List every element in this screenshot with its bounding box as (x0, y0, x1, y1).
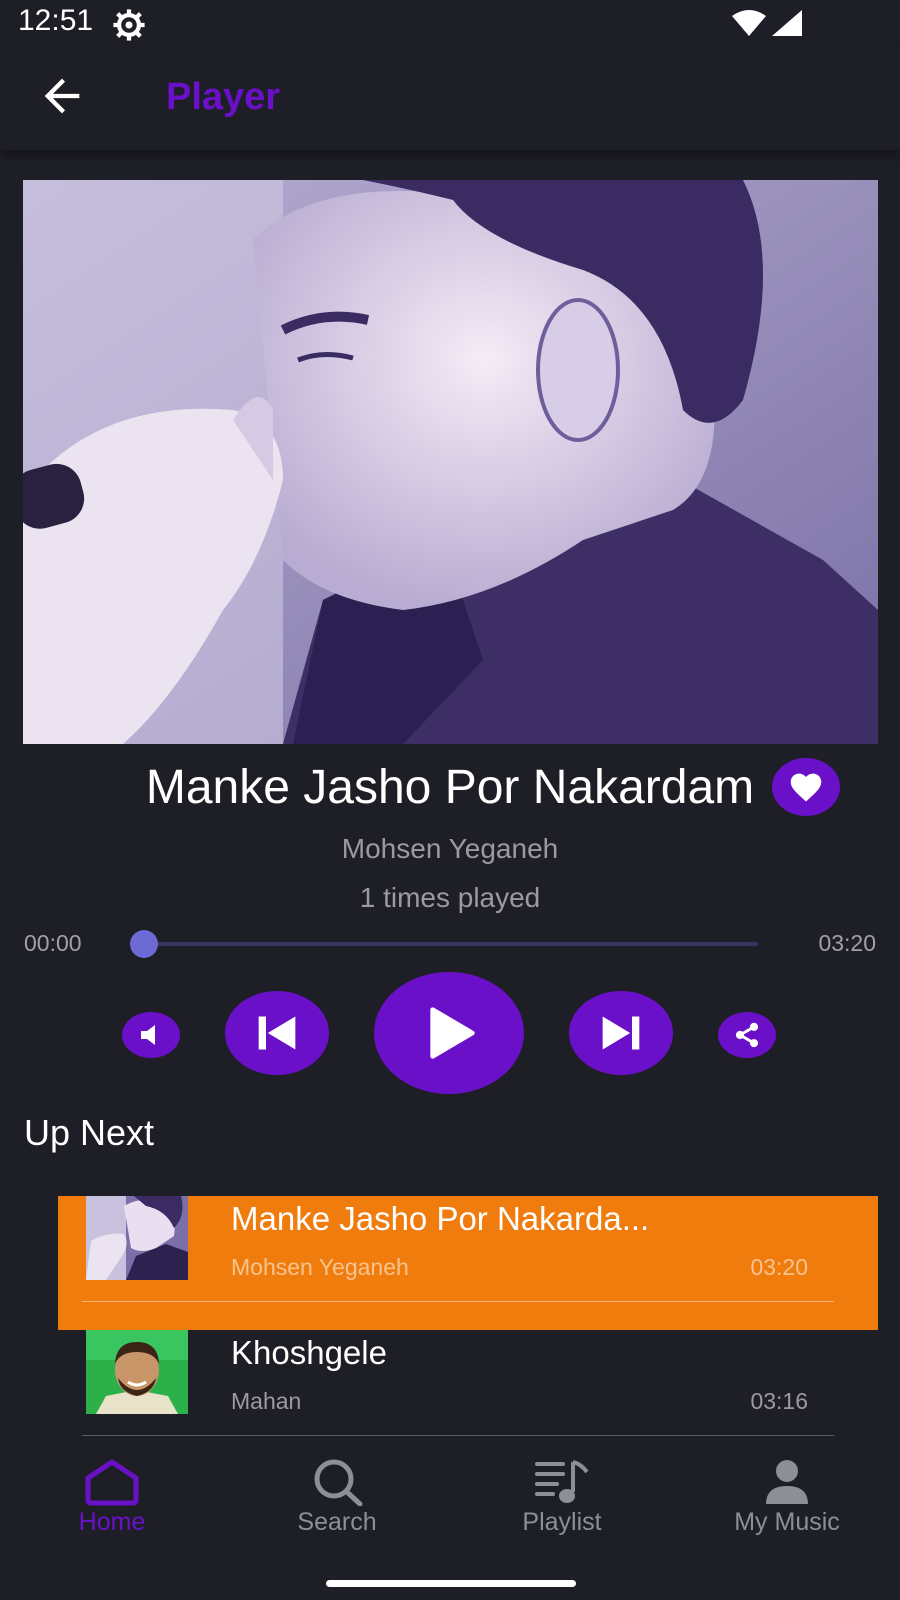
home-icon (85, 1459, 139, 1506)
arrow-back-icon (44, 78, 80, 114)
back-button[interactable] (36, 70, 88, 122)
nav-search-label: Search (297, 1508, 377, 1536)
status-bar: 12:51 (0, 0, 900, 46)
up-next-heading: Up Next (24, 1112, 155, 1153)
divider (82, 1301, 834, 1302)
next-icon (602, 1016, 640, 1050)
queue-item-title: Khoshgele (231, 1334, 387, 1371)
volume-button[interactable] (122, 1012, 180, 1058)
share-button[interactable] (718, 1012, 776, 1058)
next-button[interactable] (569, 991, 673, 1075)
signal-icon (772, 10, 802, 36)
seek-bar[interactable] (144, 942, 758, 946)
seek-thumb[interactable] (130, 930, 158, 958)
bottom-navigation: Home Search Playlist My Music (0, 1440, 900, 1600)
song-title: Manke Jasho Por Nakardam (145, 761, 755, 814)
nav-playlist-label: Playlist (522, 1508, 602, 1536)
queue-item-duration: 03:20 (750, 1254, 808, 1280)
status-time: 12:51 (18, 4, 94, 37)
app-bar: Player (0, 46, 900, 150)
settings-gear-icon (113, 9, 145, 41)
nav-home-label: Home (78, 1508, 146, 1536)
wifi-icon (732, 10, 766, 36)
nav-search[interactable]: Search (247, 1458, 427, 1568)
queue-item-duration: 03:16 (750, 1388, 808, 1414)
nav-my-music-label: My Music (734, 1508, 840, 1536)
search-icon (314, 1459, 363, 1506)
playlist-icon (535, 1460, 589, 1503)
album-cover-image (23, 180, 878, 744)
favorite-button[interactable] (772, 758, 840, 816)
person-icon (766, 1460, 808, 1504)
song-artist: Mohsen Yeganeh (341, 833, 559, 864)
queue-item-title: Manke Jasho Por Nakarda... (231, 1200, 650, 1237)
track-thumbnail (86, 1330, 188, 1414)
page-title: Player (166, 76, 281, 118)
play-count: 1 times played (359, 882, 541, 913)
queue-item[interactable]: Manke Jasho Por Nakarda... Mohsen Yegane… (58, 1196, 878, 1330)
play-icon (430, 1007, 475, 1059)
total-time: 03:20 (818, 930, 876, 956)
queue-item-artist: Mohsen Yeganeh (231, 1254, 409, 1280)
nav-my-music[interactable]: My Music (697, 1458, 877, 1568)
home-indicator (326, 1580, 576, 1587)
play-button[interactable] (374, 972, 524, 1094)
previous-button[interactable] (225, 991, 329, 1075)
previous-icon (258, 1016, 296, 1050)
share-icon (735, 1022, 759, 1048)
nav-playlist[interactable]: Playlist (472, 1458, 652, 1568)
current-time: 00:00 (24, 930, 82, 956)
divider (82, 1435, 834, 1436)
heart-icon (790, 773, 822, 802)
track-thumbnail (86, 1196, 188, 1280)
nav-home[interactable]: Home (22, 1458, 202, 1568)
volume-icon (141, 1025, 155, 1045)
queue-item-artist: Mahan (231, 1388, 302, 1414)
